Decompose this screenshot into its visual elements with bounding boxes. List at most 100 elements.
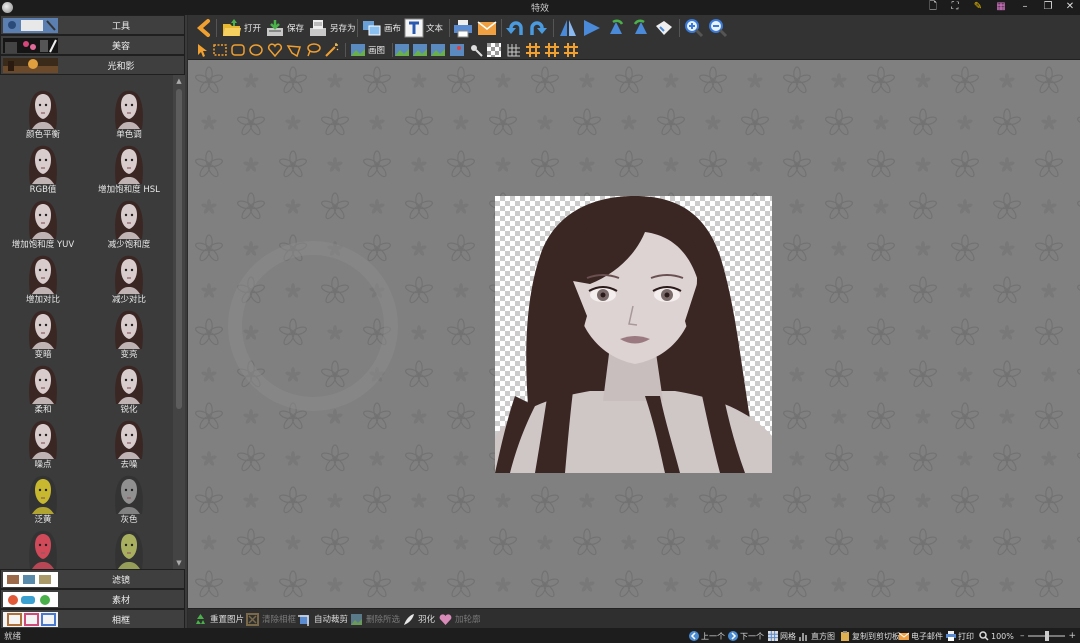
pointer-icon[interactable] <box>194 42 210 58</box>
effect-item[interactable]: 变暗 <box>0 308 86 362</box>
email-button[interactable]: 电子邮件 <box>899 630 943 642</box>
lasso-select-icon[interactable] <box>305 42 321 58</box>
text-button[interactable]: 文本 <box>404 17 443 39</box>
category-label: 素材 <box>111 596 130 606</box>
scroll-up-icon[interactable]: ▲ <box>173 75 185 87</box>
rotate-right-button[interactable] <box>630 17 650 39</box>
next-button[interactable]: 下一个 <box>728 630 764 642</box>
undo-button[interactable] <box>505 17 525 39</box>
category-tools[interactable]: 工具 <box>0 15 185 35</box>
image-effect-icon[interactable] <box>449 42 465 58</box>
email-toolbar-button[interactable] <box>477 17 497 39</box>
back-button[interactable] <box>194 17 214 39</box>
effect-item[interactable]: 海绿 <box>86 528 172 569</box>
crop-image-icon[interactable] <box>412 42 428 58</box>
histogram-button[interactable]: 直方图 <box>799 630 835 642</box>
effect-item[interactable]: 减少饱和度 <box>86 198 172 252</box>
clone-stamp-icon[interactable] <box>468 42 484 58</box>
delete-selection-button[interactable]: 删除所选 <box>350 612 400 626</box>
rotate-left-button[interactable] <box>607 17 627 39</box>
effect-item[interactable]: 泛黄 <box>0 473 86 527</box>
heart-select-icon[interactable] <box>267 42 283 58</box>
reset-image-button[interactable]: 重置图片 <box>194 612 244 626</box>
effect-item[interactable]: 锐化 <box>86 363 172 417</box>
zoom-slider-track[interactable] <box>1027 631 1066 641</box>
rotate-free-button[interactable] <box>654 17 674 39</box>
effect-item[interactable]: 噪点 <box>0 418 86 472</box>
effects-scrollbar[interactable]: ▲ ▼ <box>173 75 185 569</box>
effect-preview-thumbnail <box>29 310 57 349</box>
hash-grid-icon[interactable] <box>525 42 541 58</box>
effect-item[interactable]: 去噪 <box>86 418 172 472</box>
portrait-image[interactable] <box>495 196 772 473</box>
hash-grid-2-icon[interactable] <box>544 42 560 58</box>
copy-clipboard-label: 复制到剪切板 <box>852 631 900 641</box>
fullscreen-icon[interactable]: ⛶ <box>948 1 962 13</box>
zoom-minus-icon[interactable]: – <box>1020 631 1025 641</box>
auto-crop-button[interactable]: 自动裁剪 <box>298 612 348 626</box>
scrollbar-thumb[interactable] <box>176 89 182 409</box>
category-materials[interactable]: 素材 <box>0 589 185 609</box>
print-icon <box>946 631 956 641</box>
image-canvas[interactable] <box>188 60 1080 608</box>
category-beauty[interactable]: 美容 <box>0 35 185 55</box>
effect-item[interactable]: 增加饱和度 HSL <box>86 143 172 197</box>
grid-overlay-icon[interactable] <box>506 42 522 58</box>
text-label: 文本 <box>426 24 444 34</box>
theme-icon[interactable]: ▦ <box>994 1 1008 13</box>
zoom-out-button[interactable] <box>708 17 728 39</box>
open-button[interactable]: 打开 <box>222 17 261 39</box>
zoom-level[interactable]: 100% <box>979 630 1014 642</box>
restore-button[interactable]: ❐ <box>1041 1 1055 13</box>
effect-item[interactable]: 增加对比 <box>0 253 86 307</box>
print-button[interactable]: 打印 <box>946 630 974 642</box>
category-filters[interactable]: 滤镜 <box>0 569 185 589</box>
edit-icon[interactable]: ✎ <box>971 1 985 13</box>
grid-button[interactable]: 网格 <box>768 630 796 642</box>
back-arrow-icon <box>196 19 210 37</box>
close-button[interactable]: ✕ <box>1063 1 1077 13</box>
effect-item[interactable]: 柔和 <box>0 363 86 417</box>
category-frames[interactable]: 相框 <box>0 609 185 629</box>
transparency-icon[interactable] <box>486 42 502 58</box>
zoom-plus-icon[interactable]: + <box>1068 631 1076 641</box>
outline-button[interactable]: 加轮廓 <box>439 612 481 626</box>
draw-button[interactable]: 画图 <box>350 41 385 59</box>
hash-grid-3-icon[interactable] <box>563 42 579 58</box>
adjust-image-icon[interactable] <box>430 42 446 58</box>
copy-to-clipboard-button[interactable]: 复制到剪切板 <box>840 630 900 642</box>
scroll-down-icon[interactable]: ▼ <box>173 557 185 569</box>
rounded-select-icon[interactable] <box>230 42 246 58</box>
effect-item[interactable]: 暗粉 <box>0 528 86 569</box>
print-toolbar-button[interactable] <box>453 17 473 39</box>
category-light-shadow[interactable]: 光和影 <box>0 55 185 75</box>
effect-item[interactable]: 增加饱和度 YUV <box>0 198 86 252</box>
magic-wand-icon[interactable] <box>324 42 340 58</box>
redo-button[interactable] <box>528 17 548 39</box>
email-label: 电子邮件 <box>911 631 943 641</box>
effect-item[interactable]: 颜色平衡 <box>0 88 86 142</box>
polygon-select-icon[interactable] <box>286 42 302 58</box>
effect-item[interactable]: RGB值 <box>0 143 86 197</box>
resize-image-icon[interactable] <box>394 42 410 58</box>
new-window-icon[interactable]: 🗋 <box>926 1 940 13</box>
save-as-button[interactable]: 另存为 <box>308 17 356 39</box>
rect-select-icon[interactable] <box>212 42 228 58</box>
canvas-button[interactable]: 画布 <box>362 17 401 39</box>
zoom-in-button[interactable] <box>684 17 704 39</box>
status-bar: 就绪 上一个 下一个 网格 直方图 复制到剪切板 电子邮件 打印 100% – … <box>0 628 1080 643</box>
clear-frame-button[interactable]: 清除相框 <box>246 612 296 626</box>
prev-button[interactable]: 上一个 <box>689 630 725 642</box>
effect-item[interactable]: 减少对比 <box>86 253 172 307</box>
effect-item[interactable]: 变亮 <box>86 308 172 362</box>
minimize-button[interactable]: – <box>1018 1 1032 13</box>
zoom-slider[interactable]: – + <box>1020 630 1076 642</box>
save-button[interactable]: 保存 <box>265 17 304 39</box>
zoom-slider-thumb[interactable] <box>1044 631 1049 641</box>
flip-horizontal-button[interactable] <box>582 17 602 39</box>
effect-item[interactable]: 单色调 <box>86 88 172 142</box>
feather-button[interactable]: 羽化 <box>402 612 435 626</box>
flip-vertical-button[interactable] <box>558 17 578 39</box>
effect-item[interactable]: 灰色 <box>86 473 172 527</box>
ellipse-select-icon[interactable] <box>248 42 264 58</box>
